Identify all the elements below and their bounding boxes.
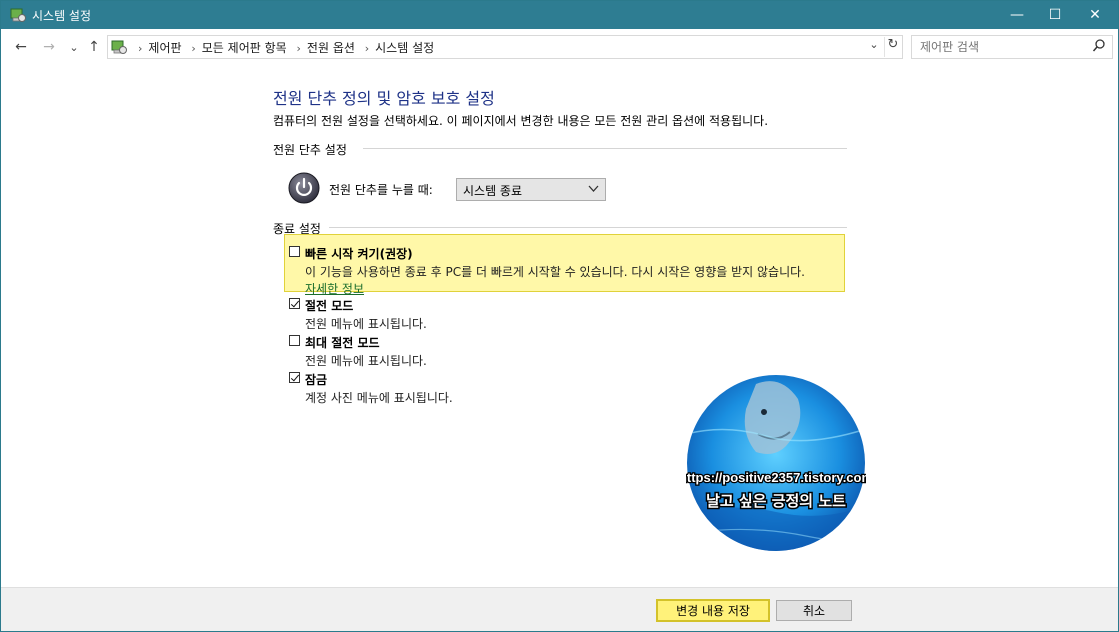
section-divider (329, 227, 847, 228)
section-divider (363, 148, 847, 149)
option-label: 잠금 (305, 373, 328, 387)
search-icon[interactable] (1092, 38, 1106, 54)
watermark-url: https://positive2357.tistory.com (686, 470, 866, 485)
breadcrumb-item-control-panel[interactable]: 제어판 (148, 41, 181, 55)
watermark-caption: 날고 싶은 긍정의 노트 (706, 492, 846, 510)
breadcrumb-separator: › (296, 42, 301, 55)
chevron-down-icon (588, 185, 599, 192)
hibernate-checkbox[interactable] (289, 335, 300, 346)
option-label: 절전 모드 (305, 299, 354, 313)
control-panel-icon (10, 8, 26, 22)
option-label: 최대 절전 모드 (305, 336, 380, 350)
sleep-checkbox[interactable] (289, 298, 300, 309)
search-input[interactable] (918, 38, 1082, 56)
breadcrumb: › 제어판 › 모든 제어판 항목 › 전원 옵션 › 시스템 설정 (132, 39, 434, 56)
option-label: 빠른 시작 켜기(권장) (305, 247, 413, 261)
page-title: 전원 단추 정의 및 암호 보호 설정 (273, 89, 495, 108)
breadcrumb-separator: › (191, 42, 196, 55)
option-description: 전원 메뉴에 표시됩니다. (305, 354, 427, 368)
title-bar: 시스템 설정 — ☐ ✕ (1, 1, 1118, 29)
control-panel-icon (111, 40, 127, 54)
bottom-button-bar (1, 587, 1118, 631)
breadcrumb-item-all-items[interactable]: 모든 제어판 항목 (202, 41, 287, 55)
address-dropdown-button[interactable]: ⌄ (866, 38, 882, 56)
more-info-link[interactable]: 자세한 정보 (305, 280, 364, 297)
power-button-action-select[interactable]: 시스템 종료 (456, 178, 606, 201)
power-icon (288, 172, 320, 204)
search-box[interactable] (911, 35, 1113, 59)
cancel-button[interactable]: 취소 (776, 600, 852, 621)
option-description: 전원 메뉴에 표시됩니다. (305, 317, 427, 331)
breadcrumb-item-system-settings[interactable]: 시스템 설정 (375, 41, 434, 55)
option-description: 이 기능을 사용하면 종료 후 PC를 더 빠르게 시작할 수 있습니다. 다시… (305, 265, 805, 279)
window: 시스템 설정 — ☐ ✕ ← → ⌄ ↑ › 제어판 › 모든 제어판 항목 › 전원… (0, 0, 1119, 632)
forward-button[interactable]: → (39, 37, 59, 57)
power-button-section-header: 전원 단추 설정 (273, 143, 347, 157)
dolphin-watermark-image: https://positive2357.tistory.com 날고 싶은 긍… (686, 375, 866, 551)
lock-checkbox[interactable] (289, 372, 300, 383)
breadcrumb-item-power-options[interactable]: 전원 옵션 (307, 41, 355, 55)
select-value: 시스템 종료 (463, 184, 523, 198)
option-description: 계정 사진 메뉴에 표시됩니다. (305, 391, 453, 405)
power-button-label: 전원 단추를 누를 때: (329, 183, 433, 197)
page-description: 컴퓨터의 전원 설정을 선택하세요. 이 페이지에서 변경한 내용은 모든 전원… (273, 114, 769, 128)
back-button[interactable]: ← (11, 37, 31, 57)
up-button[interactable]: ↑ (84, 37, 104, 57)
breadcrumb-separator: › (138, 42, 143, 55)
address-bar[interactable]: › 제어판 › 모든 제어판 항목 › 전원 옵션 › 시스템 설정 ⌄ ↻ (107, 35, 903, 59)
fast-startup-checkbox[interactable] (289, 246, 300, 257)
navigation-bar: ← → ⌄ ↑ › 제어판 › 모든 제어판 항목 › 전원 옵션 › 시스템 설정 ⌄… (1, 29, 1118, 65)
recent-locations-button[interactable]: ⌄ (64, 37, 84, 57)
close-button[interactable]: ✕ (1072, 1, 1118, 29)
save-changes-button[interactable]: 변경 내용 저장 (656, 599, 770, 622)
refresh-button[interactable]: ↻ (884, 37, 901, 57)
window-title: 시스템 설정 (32, 9, 92, 23)
breadcrumb-separator: › (364, 42, 370, 55)
